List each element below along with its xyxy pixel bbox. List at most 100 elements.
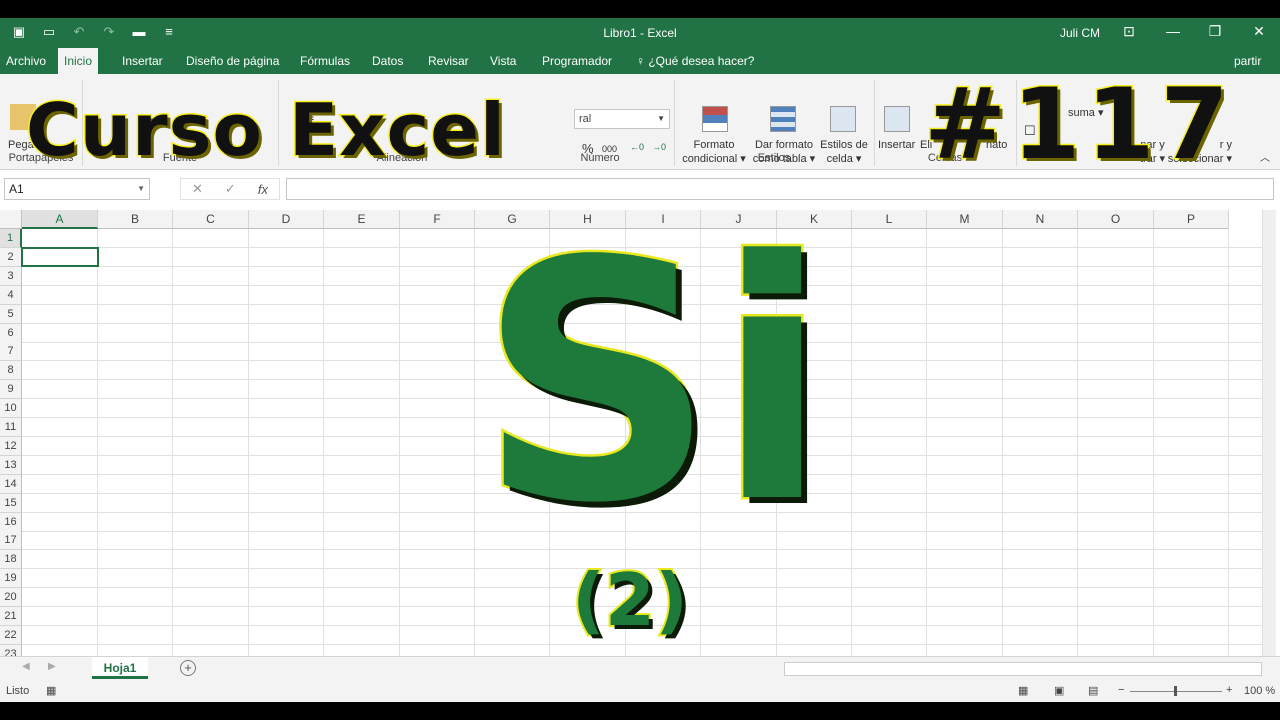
row-header[interactable]: 10 — [0, 399, 22, 419]
number-format-select[interactable]: ral ▼ — [574, 109, 670, 129]
close-icon[interactable]: ✕ — [1248, 23, 1270, 40]
scroll-right-icon[interactable]: ▶ — [48, 661, 56, 672]
tab-diseno[interactable]: Diseño de página — [180, 48, 285, 74]
group-label-numero: Número — [580, 152, 620, 164]
horizontal-scrollbar[interactable] — [784, 662, 1262, 676]
row-header[interactable]: 18 — [0, 550, 22, 570]
column-header[interactable]: N — [1003, 210, 1078, 229]
macro-record-icon[interactable]: ▦ — [46, 684, 56, 697]
column-header[interactable]: P — [1154, 210, 1229, 229]
scroll-left-icon[interactable]: ◀ — [22, 661, 30, 672]
name-box-value: A1 — [9, 182, 24, 196]
part-overlay: (2) — [570, 556, 690, 644]
row-header[interactable]: 14 — [0, 474, 22, 494]
row-header[interactable]: 4 — [0, 285, 22, 305]
zoom-in-icon[interactable]: + — [1226, 684, 1232, 696]
tab-revisar[interactable]: Revisar — [422, 48, 475, 74]
vertical-scrollbar[interactable] — [1262, 210, 1276, 656]
insert-cells-button[interactable]: Insertar — [878, 138, 915, 152]
row-header[interactable]: 5 — [0, 304, 22, 324]
row-header[interactable]: 23 — [0, 644, 22, 656]
zoom-slider-thumb[interactable] — [1174, 686, 1177, 696]
row-header[interactable]: 8 — [0, 361, 22, 381]
zoom-out-icon[interactable]: − — [1118, 684, 1124, 696]
row-header[interactable]: 19 — [0, 569, 22, 589]
column-header[interactable]: F — [400, 210, 475, 229]
format-table-label-1: Dar formato — [754, 139, 814, 151]
column-header[interactable]: O — [1078, 210, 1154, 229]
grid-line — [1153, 229, 1154, 656]
minimize-icon[interactable]: — — [1162, 23, 1184, 39]
column-header[interactable]: C — [173, 210, 249, 229]
grid-line — [1002, 229, 1003, 656]
row-header[interactable]: 2 — [0, 247, 22, 267]
collapse-ribbon-icon[interactable]: ︿ — [1260, 152, 1270, 166]
row-header[interactable]: 3 — [0, 266, 22, 286]
row-header[interactable]: 21 — [0, 607, 22, 626]
column-header[interactable]: B — [98, 210, 173, 229]
grid-line — [172, 229, 173, 656]
enter-icon[interactable]: ✓ — [225, 181, 236, 197]
add-sheet-icon[interactable]: + — [180, 660, 196, 676]
tell-me-box[interactable]: ♀ ¿Qué desea hacer? — [630, 48, 760, 74]
column-header[interactable]: M — [927, 210, 1003, 229]
cell-styles-icon[interactable] — [830, 106, 856, 132]
status-bar: Listo ▦ ▦ ▣ ▤ − + 100 % — [0, 682, 1280, 702]
normal-view-icon[interactable]: ▦ — [1018, 684, 1028, 697]
row-header[interactable]: 20 — [0, 588, 22, 608]
tab-archivo[interactable]: Archivo — [0, 48, 52, 74]
row-header[interactable]: 22 — [0, 625, 22, 645]
tell-me-text: ¿Qué desea hacer? — [648, 54, 755, 68]
conditional-format-label-1: Formato — [693, 139, 735, 151]
user-name[interactable]: Juli CM — [1060, 26, 1100, 40]
row-header[interactable]: 15 — [0, 493, 22, 513]
page-break-icon[interactable]: ▤ — [1088, 684, 1098, 697]
ribbon-display-icon[interactable]: ⊡ — [1118, 23, 1140, 40]
row-header[interactable]: 16 — [0, 512, 22, 532]
row-header[interactable]: 11 — [0, 418, 22, 437]
tab-vista[interactable]: Vista — [484, 48, 522, 74]
sheet-tab-hoja1[interactable]: Hoja1 — [92, 657, 148, 679]
lightbulb-icon: ♀ — [636, 54, 645, 68]
share-label: partir — [1234, 54, 1262, 68]
row-header[interactable]: 12 — [0, 436, 22, 456]
group-label-estilos: Estilos — [757, 152, 791, 164]
grid-line — [1077, 229, 1078, 656]
cell-styles-label-1: Estilos de — [820, 139, 868, 151]
insert-function-icon[interactable]: fx — [258, 182, 268, 197]
select-all-corner[interactable] — [0, 210, 22, 229]
column-header[interactable]: E — [324, 210, 400, 229]
row-header[interactable]: 17 — [0, 531, 22, 551]
conditional-format-icon[interactable] — [702, 106, 728, 132]
row-header[interactable]: 9 — [0, 380, 22, 400]
chevron-down-icon[interactable]: ▼ — [137, 179, 145, 199]
format-table-icon[interactable] — [770, 106, 796, 132]
column-header[interactable]: L — [852, 210, 927, 229]
name-box[interactable]: A1 ▼ — [4, 178, 150, 200]
chevron-down-icon: ▼ — [657, 114, 665, 123]
insert-cells-icon[interactable] — [884, 106, 910, 132]
grid-line — [399, 229, 400, 656]
tab-insertar[interactable]: Insertar — [116, 48, 169, 74]
tab-programador[interactable]: Programador — [536, 48, 618, 74]
tab-datos[interactable]: Datos — [366, 48, 409, 74]
tab-inicio[interactable]: Inicio — [58, 48, 99, 74]
episode-number-overlay: #117 — [923, 67, 1235, 184]
cancel-icon[interactable]: ✕ — [192, 181, 203, 197]
grid-line — [474, 229, 475, 656]
page-layout-icon[interactable]: ▣ — [1054, 684, 1064, 697]
column-header[interactable]: D — [249, 210, 324, 229]
formula-buttons: ✕ ✓ fx — [180, 178, 280, 200]
restore-icon[interactable]: ❐ — [1204, 23, 1226, 40]
course-title-overlay: Curso Excel — [25, 87, 507, 174]
grid-line — [97, 229, 98, 656]
row-header[interactable]: 13 — [0, 455, 22, 475]
row-header[interactable]: 6 — [0, 323, 22, 343]
zoom-level[interactable]: 100 % — [1244, 685, 1275, 697]
tab-formulas[interactable]: Fórmulas — [294, 48, 356, 74]
row-header[interactable]: 1 — [0, 229, 22, 248]
column-header[interactable]: A — [22, 210, 98, 229]
title-bar: ▣ ▭ ↶ ↷ ▬ ≡ Libro1 - Excel Juli CM ⊡ — ❐… — [0, 18, 1280, 48]
active-cell-a1[interactable] — [21, 247, 99, 267]
row-header[interactable]: 7 — [0, 342, 22, 362]
